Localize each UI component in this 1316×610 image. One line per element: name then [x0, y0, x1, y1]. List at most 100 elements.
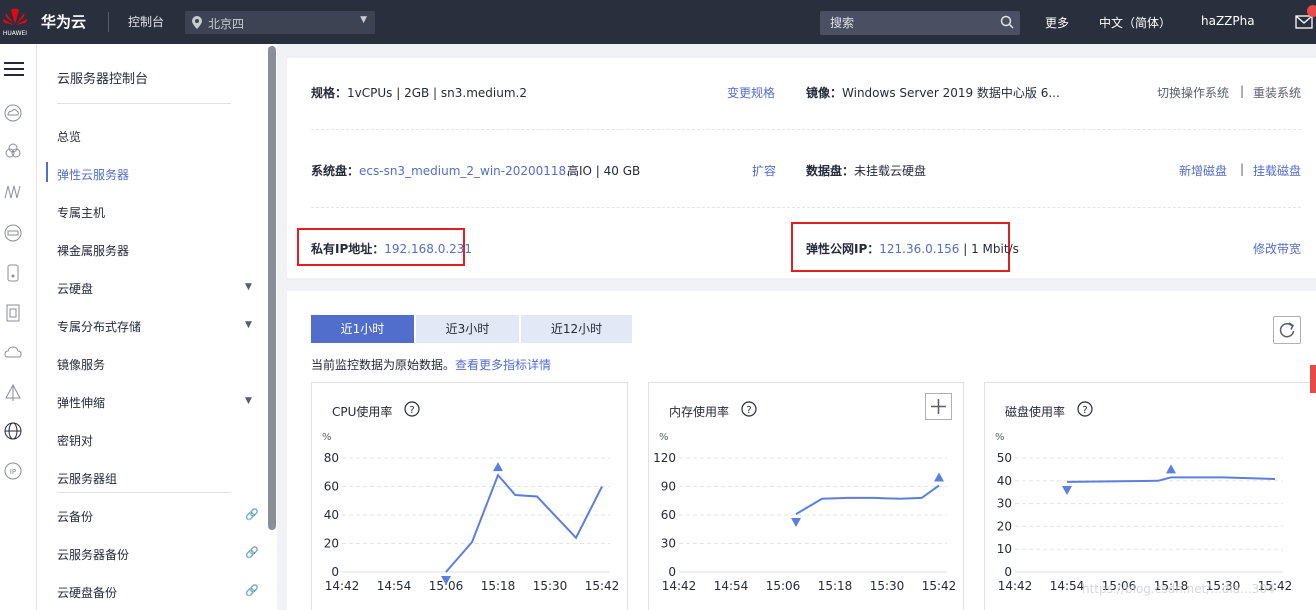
monitor-note-text: 当前监控数据为原始数据。: [311, 358, 456, 372]
brand-name[interactable]: 华为云: [41, 11, 86, 32]
sidebar-item-cbr[interactable]: 云备份: [57, 508, 93, 525]
eip-label: 弹性公网IP：: [806, 242, 880, 256]
ip-icon[interactable]: IP: [4, 462, 22, 480]
modify-bandwidth-link[interactable]: 修改带宽: [1253, 240, 1301, 257]
sidebar-item-bare-metal[interactable]: 裸金属服务器: [57, 242, 129, 259]
attach-disk-link[interactable]: 挂载磁盘: [1253, 162, 1301, 179]
sidebar-item-server-backup[interactable]: 云服务器备份: [57, 546, 129, 563]
x-tick-label: 15:06: [766, 579, 801, 593]
chevron-down-icon[interactable]: ▼: [245, 396, 252, 406]
refresh-button[interactable]: [1273, 316, 1301, 344]
active-indicator: [46, 162, 48, 182]
image-value: Windows Server 2019 数据中心版 6...: [842, 86, 1060, 100]
search-input[interactable]: [820, 11, 996, 35]
search-icon[interactable]: [1000, 15, 1014, 32]
max-marker: [493, 462, 503, 472]
tab-3-hours[interactable]: 近3小时: [416, 315, 519, 343]
disk-usage-card: 磁盘使用率 ? % 0 10 20 30 40 50 14:42 14:54 15:06 15:1…: [984, 382, 1316, 610]
private-ip-label: 私有IP地址：: [311, 242, 385, 256]
disk-icon[interactable]: [4, 264, 22, 282]
notification-badge: [1307, 5, 1316, 17]
x-tick-label: 15:42: [585, 579, 620, 593]
link-icon[interactable]: 🔗: [245, 546, 259, 559]
bandwidth-value: | 1 Mbit/s: [963, 242, 1019, 256]
network-icon[interactable]: [4, 182, 22, 200]
sidebar-item-ecs[interactable]: 弹性云服务器: [57, 166, 129, 183]
mail-icon[interactable]: [1294, 5, 1316, 33]
y-tick-label: 10: [997, 542, 1012, 556]
eip-value[interactable]: 121.36.0.156: [879, 242, 959, 256]
chevron-down-icon[interactable]: ▼: [245, 320, 252, 330]
cpu-usage-chart: 02040608014:42 14:54 15:06 15:18 15:30 15:42: [324, 451, 620, 593]
console-link[interactable]: 控制台: [128, 13, 164, 30]
y-tick-label: 40: [324, 508, 339, 522]
menu-icon[interactable]: [4, 60, 24, 78]
globe-icon[interactable]: [4, 422, 22, 440]
system-disk-field: 系统盘：ecs-sn3_medium_2_win-20200118...: [311, 162, 578, 179]
sidebar-item-ims[interactable]: 镜像服务: [57, 356, 105, 373]
expand-link[interactable]: 扩容: [752, 162, 776, 179]
link-icon[interactable]: 🔗: [245, 508, 259, 521]
x-tick-label: 14:42: [325, 579, 360, 593]
y-tick-label: 20: [997, 519, 1012, 533]
private-ip-value[interactable]: 192.168.0.231: [384, 242, 472, 256]
sidebar-item-key-pair[interactable]: 密钥对: [57, 432, 93, 449]
huawei-logo[interactable]: HUAWEI: [0, 4, 30, 40]
language-selector[interactable]: 中文（简体）: [1099, 14, 1171, 31]
x-tick-label: 14:42: [662, 579, 697, 593]
series-line: [795, 484, 940, 515]
x-tick-label: 14:54: [1050, 579, 1085, 593]
x-tick-label: 14:54: [377, 579, 412, 593]
system-disk-label: 系统盘：: [311, 164, 360, 178]
divider: [57, 103, 231, 104]
region-selector[interactable]: 北京四 ▼: [185, 11, 375, 34]
link-icon[interactable]: 🔗: [245, 584, 259, 597]
sidebar-item-auto-scaling[interactable]: 弹性伸缩: [57, 394, 105, 411]
switch-os-link[interactable]: 切换操作系统: [1157, 84, 1229, 101]
sidebar-scrollbar[interactable]: [268, 46, 276, 530]
memory-usage-card: 内存使用率 ? % 0 30 60 90 120 14:42 14:54 15:06 15:18…: [648, 382, 964, 610]
chevron-down-icon[interactable]: ▼: [245, 282, 252, 292]
action-separator: |: [1240, 162, 1245, 176]
storage-icon[interactable]: [4, 224, 22, 242]
system-disk-link[interactable]: ecs-sn3_medium_2_win-20200118...: [359, 164, 578, 178]
sidebar: 云服务器控制台 总览 弹性云服务器 专属主机 裸金属服务器 云硬盘 ▼ 专属分布…: [37, 44, 277, 610]
y-tick-label: 50: [997, 451, 1012, 465]
y-tick-label: 120: [653, 451, 676, 465]
reinstall-os-link[interactable]: 重装系统: [1253, 84, 1301, 101]
image-field: 镜像：Windows Server 2019 数据中心版 6...: [806, 84, 1060, 101]
x-tick-label: 15:42: [922, 579, 957, 593]
sidebar-item-evs[interactable]: 云硬盘: [57, 280, 93, 297]
y-tick-label: 0: [668, 565, 676, 579]
series-line: [445, 473, 603, 573]
data-disk-field: 数据盘：未挂载云硬盘: [806, 162, 926, 179]
file-icon[interactable]: [4, 304, 22, 322]
cloud-backup-icon[interactable]: [4, 344, 22, 362]
top-navigation-bar: HUAWEI 华为云 控制台 北京四 ▼ 更多 中文（简体） haZZPha: [0, 0, 1316, 44]
sidebar-item-dedicated-host[interactable]: 专属主机: [57, 204, 105, 221]
scaling-icon[interactable]: [4, 383, 22, 402]
min-marker: [1062, 485, 1072, 495]
sidebar-title: 云服务器控制台: [57, 72, 149, 87]
image-label: 镜像：: [806, 86, 843, 100]
tab-12-hours[interactable]: 近12小时: [521, 315, 632, 343]
x-tick-label: 15:30: [533, 579, 568, 593]
user-menu[interactable]: haZZPha: [1201, 14, 1255, 28]
feedback-tab[interactable]: [1310, 365, 1316, 393]
change-spec-link[interactable]: 变更规格: [727, 84, 775, 101]
cloud-icon[interactable]: [4, 142, 22, 160]
search-box: [820, 11, 1020, 35]
sidebar-item-disk-backup[interactable]: 云硬盘备份: [57, 584, 117, 601]
sidebar-item-overview[interactable]: 总览: [57, 128, 81, 145]
data-disk-label: 数据盘：: [806, 164, 855, 178]
sidebar-item-dss[interactable]: 专属分布式存储: [57, 318, 141, 335]
sidebar-item-server-group[interactable]: 云服务器组: [57, 470, 117, 487]
more-menu[interactable]: 更多: [1045, 14, 1069, 31]
more-metrics-link[interactable]: 查看更多指标详情: [455, 358, 551, 372]
x-tick-label: 14:54: [714, 579, 749, 593]
tab-1-hour[interactable]: 近1小时: [311, 315, 414, 343]
divider: [311, 207, 1301, 208]
add-disk-link[interactable]: 新增磁盘: [1179, 162, 1227, 179]
cloud-server-icon[interactable]: [4, 104, 22, 122]
svg-text:HUAWEI: HUAWEI: [3, 30, 27, 37]
